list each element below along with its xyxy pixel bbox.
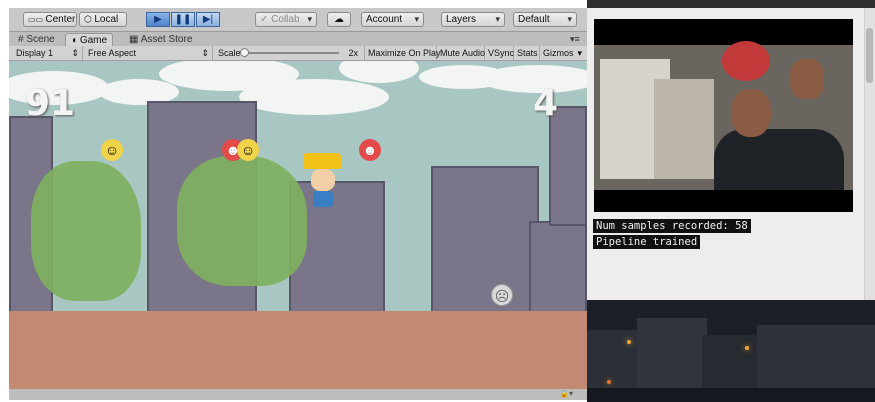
account-dropdown[interactable]: Account [361,12,424,27]
lock-icon: 🔒▾ [559,389,573,398]
layout-dropdown[interactable]: Default [513,12,577,27]
video-letterbox [594,19,853,45]
play-button[interactable]: ▶ [146,12,170,27]
score-left: 91 [25,83,76,124]
scale-slider-thumb[interactable] [240,48,249,57]
store-icon: ▦ [129,34,139,45]
window-top-strip [587,0,875,8]
console-line-samples: Num samples recorded: 58 [593,219,751,233]
pivot-center-button[interactable]: ▭▭ Center [23,12,77,27]
maximize-on-play-toggle[interactable]: Maximize On Play [365,46,441,60]
updown-icon: ⇕ [71,48,79,58]
webcam-feed [594,19,853,212]
cloud [339,61,419,83]
tab-asset-store[interactable]: ▦ Asset Store [124,33,197,46]
night-city-background [587,300,875,402]
collab-dropdown[interactable]: ✓ Collab [255,12,317,27]
bush [177,156,307,286]
cloud-icon: ☁ [334,14,344,25]
display-dropdown[interactable]: Display 1 ⇕ [13,46,83,60]
red-card [722,41,770,81]
tab-scene[interactable]: # Scene [13,33,60,46]
step-icon: ▶| [202,14,214,25]
bush [31,161,141,301]
pause-icon: ❚❚ [174,14,192,25]
person-hand [790,59,824,99]
step-button[interactable]: ▶| [196,12,220,27]
pacman-icon: ◖ [71,35,78,46]
player-body [313,191,333,207]
angry-coin-icon: ☻ [359,139,381,161]
panel-menu-icon[interactable]: ▾≡ [565,33,585,46]
vsync-toggle[interactable]: VSync [485,46,514,60]
ground-platform [9,311,587,389]
window-tab-bar: # Scene ◖ Game ▦ Asset Store ▾≡ [9,32,587,46]
person-face [731,89,771,137]
person [714,129,844,190]
sad-face-icon: ☹ [491,284,513,306]
mute-audio-toggle[interactable]: Mute Audio [437,46,485,60]
smiley-coin-icon: ☺ [237,139,259,161]
unity-editor: ▭▭ Center ⬡ Local ▶ ❚❚ ▶| ✓ Collab ☁ Acc… [9,8,587,400]
smiley-coin-icon: ☺ [101,139,123,161]
gizmos-dropdown[interactable]: Gizmos ▾ [540,46,584,60]
street-light [627,340,631,344]
grid-icon: # [18,34,24,45]
road [587,388,875,402]
street-light [607,380,611,384]
tab-game[interactable]: ◖ Game [65,33,114,46]
game-viewport[interactable]: ☺ ☻ ☺ ☻ ☹ 91 4 [9,61,587,389]
pivot-icon: ▭▭ [28,15,46,24]
video-letterbox [594,190,853,212]
player-head [311,169,335,191]
game-view-bar: Display 1 ⇕ Free Aspect ⇕ Scale 2x Maximiz… [9,46,587,61]
layers-dropdown[interactable]: Layers [441,12,505,27]
chevron-down-icon: ▾ [577,48,582,58]
office-wall [654,79,714,179]
cube-icon: ⬡ [84,14,95,24]
street-light [745,346,749,350]
updown-icon: ⇕ [201,48,209,58]
pivot-local-button[interactable]: ⬡ Local [79,12,127,27]
pause-button[interactable]: ❚❚ [171,12,195,27]
scale-control: Scale 2x [215,46,365,60]
player-hat [303,153,341,169]
score-right: 4 [533,83,559,124]
cloud [239,79,389,115]
aspect-dropdown[interactable]: Free Aspect ⇕ [85,46,213,60]
stats-toggle[interactable]: Stats [514,46,540,60]
play-icon: ▶ [154,14,162,25]
status-bar: 🔒▾ [9,389,587,400]
cloud-button[interactable]: ☁ [327,12,351,27]
building [431,166,539,316]
editor-toolbar: ▭▭ Center ⬡ Local ▶ ❚❚ ▶| ✓ Collab ☁ Acc… [9,8,587,32]
building [549,106,587,226]
check-icon: ✓ [260,14,272,25]
scrollbar-thumb[interactable] [866,28,873,83]
console-line-status: Pipeline trained [593,235,701,249]
building [529,221,587,316]
scale-slider-track[interactable] [243,52,339,54]
